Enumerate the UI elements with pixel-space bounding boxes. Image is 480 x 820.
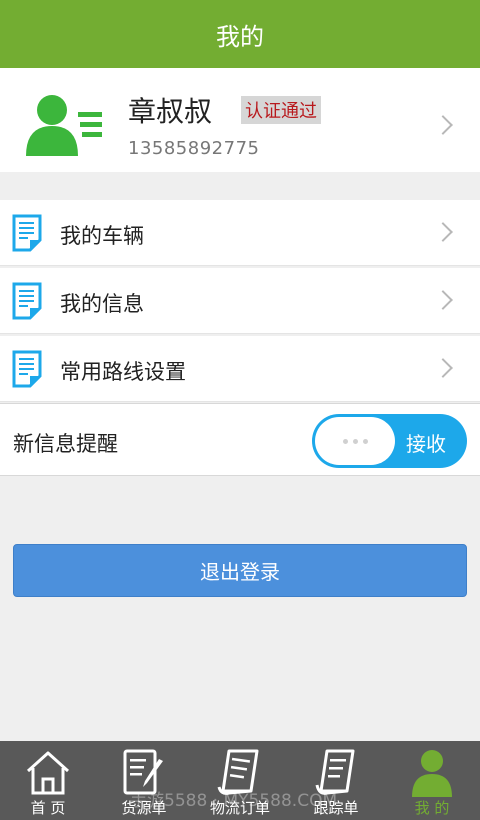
toggle-state-label: 接收: [406, 432, 446, 456]
document-icon: [12, 350, 42, 388]
top-bar: 我的: [0, 0, 480, 68]
tab-label: 首 页: [30, 799, 66, 817]
chevron-right-icon: [433, 115, 453, 135]
knob-dot: [362, 438, 368, 444]
knob-dot: [352, 438, 358, 444]
menu-item-label: 我的车辆: [60, 224, 144, 248]
user-name: 章叔叔: [128, 95, 213, 128]
user-icon: [412, 750, 452, 797]
page-title: 我的: [216, 22, 264, 51]
menu-item-my-info[interactable]: 我的信息: [0, 268, 480, 334]
watermark: 手游5588 · MY5588.COM: [130, 791, 338, 811]
tab-mine[interactable]: 我 的: [384, 741, 480, 820]
user-phone: 13585892775: [128, 138, 260, 159]
logout-button[interactable]: 退出登录: [13, 544, 467, 597]
notification-toggle[interactable]: 接收: [312, 414, 467, 468]
user-avatar-icon: [26, 95, 102, 156]
chevron-right-icon: [433, 358, 453, 378]
document-icon: [12, 214, 42, 252]
tab-home[interactable]: 首 页: [0, 741, 96, 820]
notification-label: 新信息提醒: [13, 432, 118, 456]
menu-item-my-vehicles[interactable]: 我的车辆: [0, 200, 480, 266]
menu-item-label: 常用路线设置: [60, 360, 186, 384]
chevron-right-icon: [433, 290, 453, 310]
chevron-right-icon: [433, 222, 453, 242]
verify-status-badge: 认证通过: [241, 96, 321, 124]
menu-item-route-settings[interactable]: 常用路线设置: [0, 336, 480, 402]
notification-setting-row: 新信息提醒 接收: [0, 403, 480, 476]
document-icon: [12, 282, 42, 320]
tab-label: 我 的: [414, 799, 450, 817]
home-icon: [26, 751, 70, 795]
menu-item-label: 我的信息: [60, 292, 144, 316]
knob-dot: [342, 438, 348, 444]
toggle-knob[interactable]: [315, 417, 395, 465]
